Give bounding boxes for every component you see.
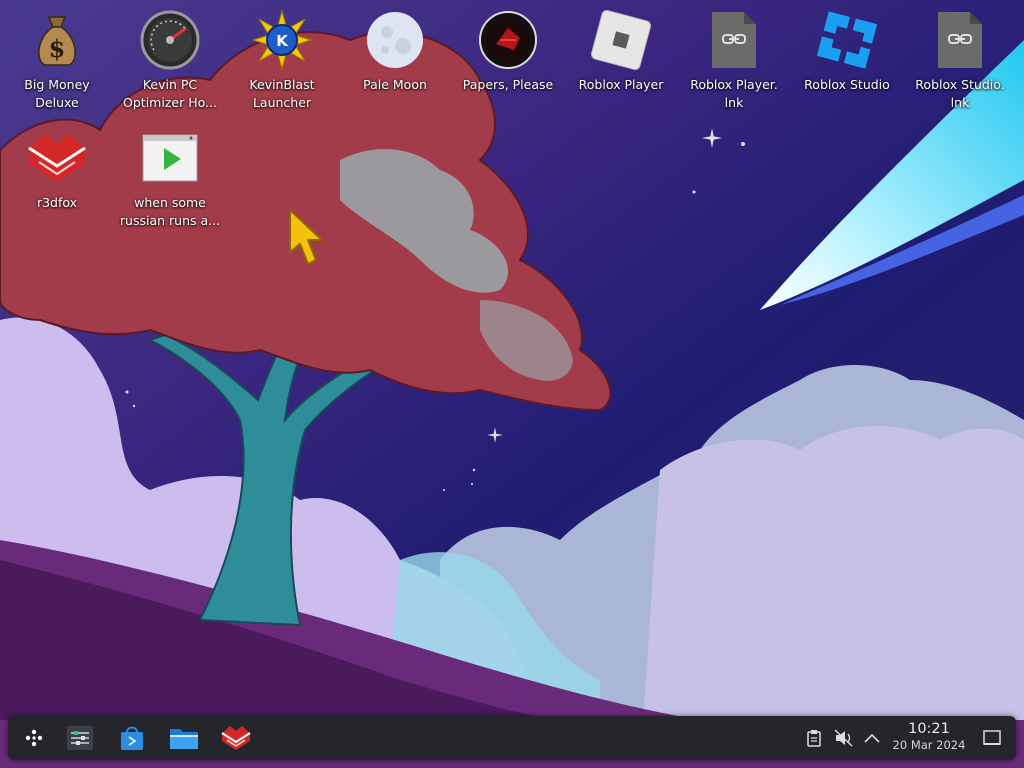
desktop-icon-label: Roblox Player. lnk	[690, 77, 778, 110]
clock-date: 20 Mar 2024	[892, 738, 966, 752]
desktop-icon-roblox-player[interactable]: Roblox Player	[567, 8, 675, 94]
r3dfox-icon	[25, 126, 89, 190]
desktop-icon-papers-please[interactable]: Papers, Please	[454, 8, 562, 94]
volume-muted-icon[interactable]	[834, 728, 854, 748]
file-manager-button[interactable]	[166, 722, 202, 754]
shortcut-file-icon	[702, 8, 766, 72]
desktop-icon-roblox-studio-lnk[interactable]: Roblox Studio. lnk	[906, 8, 1014, 112]
kde-launcher-icon	[25, 729, 43, 747]
system-settings-button[interactable]	[62, 722, 98, 754]
desktop-icon-big-money-deluxe[interactable]: $ Big Money Deluxe	[3, 8, 111, 112]
store-bag-icon	[121, 726, 143, 750]
folder-icon	[170, 729, 198, 749]
chevron-up-icon[interactable]	[862, 728, 882, 748]
desktop-icon-label: Big Money Deluxe	[24, 77, 90, 110]
pale-moon-icon	[363, 8, 427, 72]
clock-time: 10:21	[908, 721, 950, 737]
desktop-icon-kevinblast-launcher[interactable]: K KevinBlast Launcher	[228, 8, 336, 112]
desktop-icon-kevin-pc-optimizer[interactable]: Kevin PC Optimizer Ho...	[116, 8, 224, 112]
application-launcher-button[interactable]	[16, 722, 52, 754]
desktop-icon-label: Pale Moon	[363, 77, 427, 92]
desktop-icon-label: Roblox Studio	[804, 77, 890, 92]
desktop-icon-label: Papers, Please	[462, 77, 554, 92]
svg-text:K: K	[276, 32, 289, 50]
papers-please-icon	[476, 8, 540, 72]
desktop-icon-label: r3dfox	[36, 195, 78, 210]
roblox-player-icon	[589, 8, 653, 72]
desktop-icon-roblox-player-lnk[interactable]: Roblox Player. lnk	[680, 8, 788, 112]
desktop-icon-label: Roblox Player	[578, 77, 664, 92]
r3dfox-icon	[221, 726, 251, 750]
desktop-wallpaper	[0, 0, 1024, 768]
mouse-cursor-icon	[289, 209, 323, 265]
desktop-icon-video-file[interactable]: when some russian runs a...	[116, 126, 224, 230]
desktop-icon-label: Roblox Studio. lnk	[915, 77, 1005, 110]
video-file-icon	[138, 126, 202, 190]
desktop-icon-roblox-studio[interactable]: Roblox Studio	[793, 8, 901, 94]
digital-clock[interactable]: 10:21 20 Mar 2024	[884, 721, 974, 753]
desktop-icon-label: KevinBlast Launcher	[249, 77, 315, 110]
desktop-icon-r3dfox[interactable]: r3dfox	[3, 126, 111, 212]
taskbar-panel: 10:21 20 Mar 2024	[8, 716, 1016, 760]
show-desktop-icon[interactable]	[982, 728, 1002, 748]
roblox-studio-icon	[815, 8, 879, 72]
settings-sliders-icon	[67, 726, 93, 750]
speedometer-icon	[138, 8, 202, 72]
shortcut-file-icon	[928, 8, 992, 72]
kevinblast-icon: K	[250, 8, 314, 72]
r3dfox-taskbar-button[interactable]	[218, 722, 254, 754]
desktop-icon-pale-moon[interactable]: Pale Moon	[341, 8, 449, 94]
desktop-icon-label: Kevin PC Optimizer Ho...	[123, 77, 217, 110]
svg-text:$: $	[49, 34, 66, 63]
discover-store-button[interactable]	[114, 722, 150, 754]
desktop-icon-label: when some russian runs a...	[119, 195, 221, 228]
clipboard-icon[interactable]	[804, 728, 824, 748]
money-bag-icon: $	[25, 8, 89, 72]
